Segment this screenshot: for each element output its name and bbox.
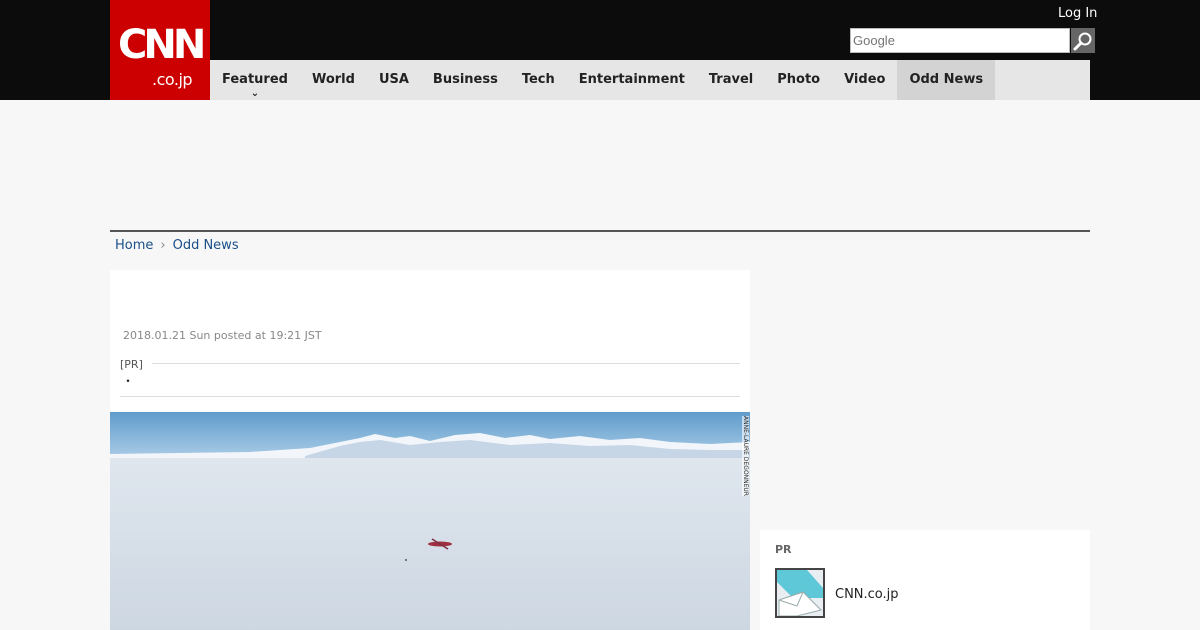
search-input[interactable] — [850, 28, 1070, 53]
logo-sub-text: .co.jp — [152, 70, 193, 89]
nav-item-video[interactable]: Video — [832, 60, 897, 100]
divider — [120, 396, 740, 397]
nav-item-label: World — [311, 72, 355, 87]
sidebar-pr-title: PR — [775, 543, 792, 556]
nav-item-tech[interactable]: Tech — [510, 60, 567, 100]
breadcrumb-home[interactable]: Home — [115, 238, 153, 253]
nav-item-label: Travel — [708, 72, 754, 87]
nav-item-label: Business — [432, 72, 498, 87]
ad-space — [110, 100, 1090, 230]
nav-item-label: Odd News — [909, 72, 984, 87]
chevron-right-icon: › — [160, 238, 166, 253]
nav-item-label: Video — [844, 72, 886, 87]
sidebar-pr-box: PR CNN.co.jp — [760, 530, 1090, 630]
nav-item-label: Tech — [521, 72, 555, 87]
breadcrumb-odd-news[interactable]: Odd News — [173, 238, 239, 253]
nav-item-featured[interactable]: Featured ⌄ — [210, 60, 300, 100]
nav-item-photo[interactable]: Photo — [765, 60, 832, 100]
login-link[interactable]: Log In — [1058, 6, 1097, 21]
nav-item-business[interactable]: Business — [421, 60, 510, 100]
antarctic-landscape-image — [110, 412, 750, 630]
pr-text-link[interactable]: ・ — [122, 372, 134, 389]
pr-label: [PR] — [120, 358, 143, 371]
search-button[interactable] — [1071, 28, 1095, 53]
divider — [110, 230, 1090, 232]
chevron-down-icon: ⌄ — [250, 88, 260, 99]
pr-item-link[interactable]: CNN.co.jp — [835, 587, 899, 602]
cnn-logo[interactable]: CNN .co.jp — [110, 0, 210, 100]
article-photo: ANNE-LAURE DEGONNEUR — [110, 412, 750, 630]
nav-item-label: USA — [378, 72, 409, 87]
nav-item-travel[interactable]: Travel — [697, 60, 765, 100]
main-nav: Featured ⌄ World USA Business Tech Enter… — [210, 60, 1090, 100]
post-date: 2018.01.21 Sun posted at 19:21 JST — [123, 329, 322, 342]
nav-item-label: Featured — [222, 72, 288, 87]
nav-item-label: Photo — [777, 72, 821, 87]
divider — [152, 363, 740, 364]
nav-item-label: Entertainment — [578, 72, 685, 87]
article-card: 2018.01.21 Sun posted at 19:21 JST [PR] … — [110, 270, 750, 630]
nav-item-entertainment[interactable]: Entertainment — [567, 60, 697, 100]
breadcrumb: Home › Odd News — [115, 238, 239, 253]
photo-credit: ANNE-LAURE DEGONNEUR — [742, 416, 749, 496]
pr-thumbnail[interactable] — [775, 568, 825, 618]
nav-item-odd-news[interactable]: Odd News — [897, 60, 996, 100]
envelope-icon — [777, 570, 823, 616]
nav-item-world[interactable]: World — [300, 60, 367, 100]
nav-item-usa[interactable]: USA — [367, 60, 421, 100]
search-icon — [1073, 32, 1092, 50]
logo-main-text: CNN — [118, 22, 206, 68]
